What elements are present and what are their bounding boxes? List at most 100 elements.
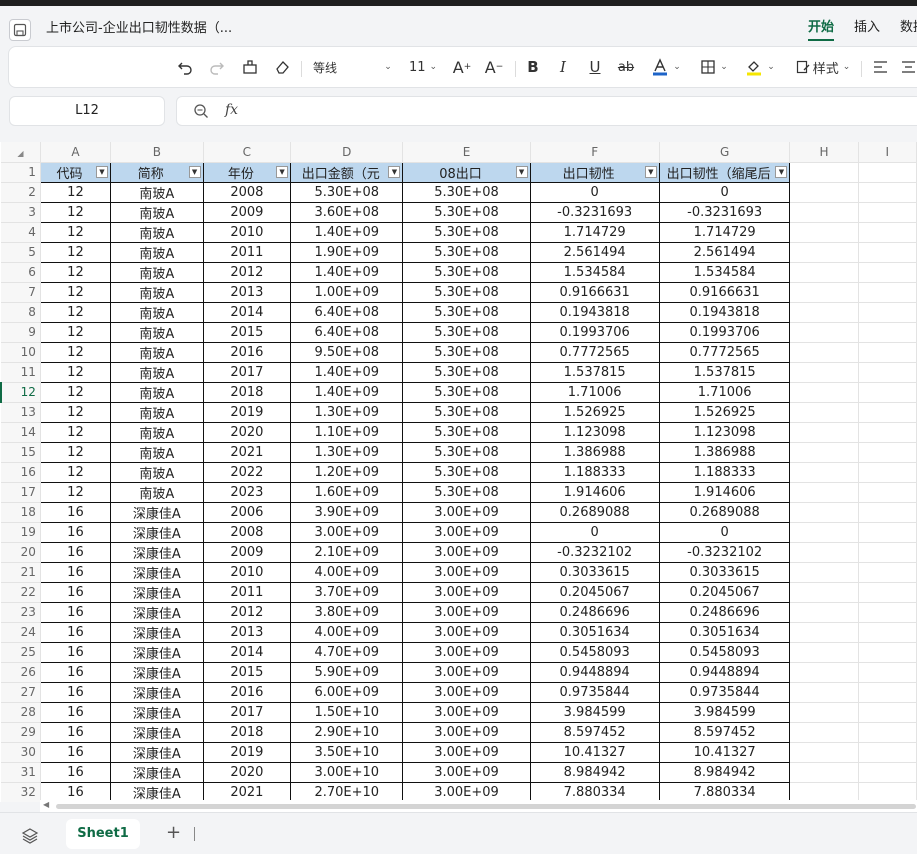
- empty-cell[interactable]: [789, 702, 859, 723]
- code-cell[interactable]: 16: [40, 702, 111, 723]
- export-08-cell[interactable]: 3.00E+09: [402, 782, 531, 802]
- empty-cell[interactable]: [789, 462, 859, 483]
- year-cell[interactable]: 2011: [203, 242, 292, 263]
- export-08-cell[interactable]: 3.00E+09: [402, 602, 531, 623]
- column-header-d[interactable]: D: [290, 142, 404, 163]
- year-cell[interactable]: 2014: [203, 302, 292, 323]
- empty-cell[interactable]: [789, 522, 859, 543]
- empty-cell[interactable]: [789, 782, 859, 802]
- year-cell[interactable]: 2011: [203, 582, 292, 603]
- add-sheet-icon[interactable]: +: [166, 822, 181, 843]
- empty-cell[interactable]: [858, 682, 917, 703]
- export-amount-cell[interactable]: 1.00E+09: [290, 282, 404, 303]
- export-resilience-winsorized-cell[interactable]: 8.984942: [659, 762, 791, 783]
- row-header[interactable]: 2: [1, 182, 41, 203]
- export-resilience-winsorized-cell[interactable]: 1.123098: [659, 422, 791, 443]
- year-cell[interactable]: 2021: [203, 782, 292, 802]
- empty-cell[interactable]: [789, 402, 859, 423]
- filter-dropdown-icon[interactable]: ▼: [276, 165, 289, 178]
- sheet-list-icon[interactable]: [21, 827, 39, 849]
- export-resilience-winsorized-cell[interactable]: 8.597452: [659, 722, 791, 743]
- year-cell[interactable]: 2012: [203, 262, 292, 283]
- empty-cell[interactable]: [789, 722, 859, 743]
- empty-cell[interactable]: [789, 282, 859, 303]
- fill-color-button[interactable]: ⌄: [743, 55, 777, 79]
- empty-cell[interactable]: [858, 542, 917, 563]
- export-amount-cell[interactable]: 3.90E+09: [290, 502, 404, 523]
- export-08-cell[interactable]: 5.30E+08: [402, 482, 531, 503]
- export-amount-cell[interactable]: 4.00E+09: [290, 622, 404, 643]
- export-resilience-cell[interactable]: 0.5458093: [530, 642, 660, 663]
- export-amount-cell[interactable]: 1.50E+10: [290, 702, 404, 723]
- row-header[interactable]: 25: [1, 642, 41, 663]
- row-header[interactable]: 15: [1, 442, 41, 463]
- export-08-cell[interactable]: 3.00E+09: [402, 702, 531, 723]
- empty-cell[interactable]: [858, 502, 917, 523]
- export-resilience-winsorized-cell[interactable]: 1.534584: [659, 262, 791, 283]
- horizontal-scrollbar[interactable]: ◀: [40, 800, 917, 812]
- export-resilience-cell[interactable]: 3.984599: [530, 702, 660, 723]
- row-header[interactable]: 8: [1, 302, 41, 323]
- year-cell[interactable]: 2015: [203, 662, 292, 683]
- header-cell-year[interactable]: 年份 ▼: [203, 162, 292, 183]
- empty-cell[interactable]: [858, 462, 917, 483]
- export-08-cell[interactable]: 5.30E+08: [402, 342, 531, 363]
- export-amount-cell[interactable]: 4.70E+09: [290, 642, 404, 663]
- empty-cell[interactable]: [789, 262, 859, 283]
- export-08-cell[interactable]: 3.00E+09: [402, 502, 531, 523]
- export-08-cell[interactable]: 5.30E+08: [402, 202, 531, 223]
- row-header[interactable]: 23: [1, 602, 41, 623]
- name-box[interactable]: L12: [9, 96, 165, 126]
- export-amount-cell[interactable]: 1.40E+09: [290, 362, 404, 383]
- export-resilience-cell[interactable]: 0: [530, 182, 660, 203]
- export-resilience-winsorized-cell[interactable]: 1.526925: [659, 402, 791, 423]
- empty-cell[interactable]: [858, 422, 917, 443]
- code-cell[interactable]: 12: [40, 362, 111, 383]
- empty-cell[interactable]: [789, 302, 859, 323]
- short-name-cell[interactable]: 深康佳A: [110, 542, 204, 563]
- export-resilience-cell[interactable]: 8.597452: [530, 722, 660, 743]
- filter-dropdown-icon[interactable]: ▼: [775, 165, 788, 178]
- empty-cell[interactable]: [858, 622, 917, 643]
- strikethrough-icon[interactable]: ab: [615, 55, 637, 79]
- export-08-cell[interactable]: 3.00E+09: [402, 522, 531, 543]
- short-name-cell[interactable]: 南玻A: [110, 302, 204, 323]
- empty-cell[interactable]: [789, 182, 859, 203]
- export-resilience-winsorized-cell[interactable]: 3.984599: [659, 702, 791, 723]
- empty-cell[interactable]: [858, 402, 917, 423]
- short-name-cell[interactable]: 深康佳A: [110, 682, 204, 703]
- code-cell[interactable]: 12: [40, 482, 111, 503]
- code-cell[interactable]: 16: [40, 502, 111, 523]
- empty-cell[interactable]: [858, 302, 917, 323]
- export-resilience-winsorized-cell[interactable]: 0.3051634: [659, 622, 791, 643]
- export-08-cell[interactable]: 5.30E+08: [402, 362, 531, 383]
- row-header[interactable]: 30: [1, 742, 41, 763]
- export-resilience-winsorized-cell[interactable]: 0.1943818: [659, 302, 791, 323]
- export-amount-cell[interactable]: 3.50E+10: [290, 742, 404, 763]
- select-all-corner[interactable]: ◢: [1, 142, 41, 163]
- short-name-cell[interactable]: 南玻A: [110, 182, 204, 203]
- year-cell[interactable]: 2009: [203, 542, 292, 563]
- export-resilience-winsorized-cell[interactable]: 1.386988: [659, 442, 791, 463]
- export-08-cell[interactable]: 5.30E+08: [402, 322, 531, 343]
- export-resilience-cell[interactable]: 0.2486696: [530, 602, 660, 623]
- row-header[interactable]: 16: [1, 462, 41, 483]
- empty-cell[interactable]: [858, 562, 917, 583]
- export-amount-cell[interactable]: 1.30E+09: [290, 442, 404, 463]
- export-resilience-winsorized-cell[interactable]: 1.188333: [659, 462, 791, 483]
- export-resilience-winsorized-cell[interactable]: 1.537815: [659, 362, 791, 383]
- filter-dropdown-icon[interactable]: ▼: [95, 165, 108, 178]
- export-resilience-cell[interactable]: 1.534584: [530, 262, 660, 283]
- row-header[interactable]: 19: [1, 522, 41, 543]
- year-cell[interactable]: 2020: [203, 762, 292, 783]
- row-header[interactable]: 27: [1, 682, 41, 703]
- export-amount-cell[interactable]: 6.40E+08: [290, 302, 404, 323]
- short-name-cell[interactable]: 深康佳A: [110, 622, 204, 643]
- row-header[interactable]: 32: [1, 782, 41, 802]
- underline-icon[interactable]: U: [585, 55, 605, 79]
- export-resilience-cell[interactable]: -0.3232102: [530, 542, 660, 563]
- export-08-cell[interactable]: 5.30E+08: [402, 222, 531, 243]
- tab-insert[interactable]: 插入: [854, 16, 880, 41]
- column-header-f[interactable]: F: [530, 142, 660, 163]
- row-header[interactable]: 10: [1, 342, 41, 363]
